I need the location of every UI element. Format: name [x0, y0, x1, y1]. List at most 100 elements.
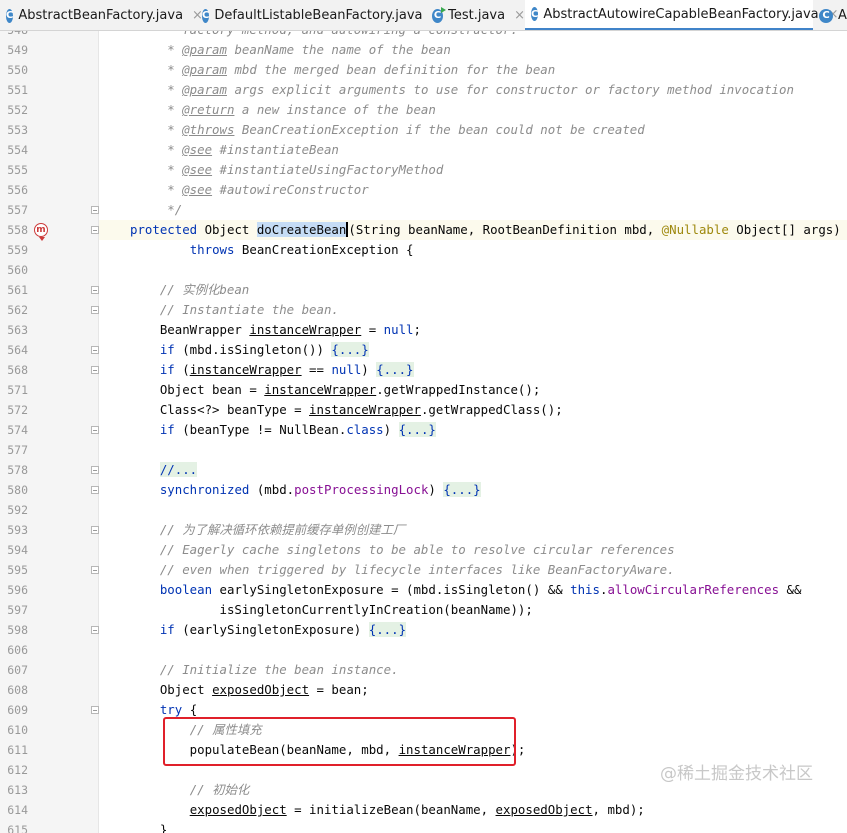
- fold-toggle-icon[interactable]: [91, 286, 99, 294]
- line-number: 552: [7, 103, 28, 117]
- fold-toggle-icon[interactable]: [91, 466, 99, 474]
- line-number: 561: [7, 283, 28, 297]
- line-number: 596: [7, 583, 28, 597]
- class-c-icon: C: [202, 8, 210, 23]
- tab-2[interactable]: C Test.java ×: [426, 0, 525, 30]
- fold-toggle-icon[interactable]: [91, 526, 99, 534]
- line-number: 610: [7, 723, 28, 737]
- runnable-class-icon: C: [432, 6, 447, 23]
- line-number: 580: [7, 483, 28, 497]
- code-line: // Instantiate the bean.: [159, 302, 339, 317]
- code-line: // 初始化: [189, 782, 250, 797]
- close-tab-icon[interactable]: ×: [514, 8, 525, 23]
- line-number: 556: [7, 183, 28, 197]
- code-line: isSingletonCurrentlyInCreation(beanName)…: [130, 602, 533, 617]
- code-line: */: [130, 202, 183, 217]
- line-number: 614: [7, 803, 28, 817]
- code-line: BeanWrapper instanceWrapper = null;: [130, 322, 421, 337]
- line-number: 571: [7, 383, 28, 397]
- line-number: 609: [7, 703, 28, 717]
- code-editor[interactable]: 548 549 550 551 552 553 554 555 556 557 558 559 560 5…: [0, 31, 847, 833]
- line-number: 550: [7, 63, 28, 77]
- line-number: 612: [7, 763, 28, 777]
- fold-toggle-icon[interactable]: [91, 206, 99, 214]
- fold-toggle-icon[interactable]: [91, 306, 99, 314]
- line-number: 549: [7, 43, 28, 57]
- code-line: throws BeanCreationException {: [189, 242, 414, 257]
- code-line: // Initialize the bean instance.: [159, 662, 399, 677]
- code-line: synchronized (mbd.postProcessingLock) {.…: [159, 482, 481, 497]
- fold-toggle-icon[interactable]: [91, 486, 99, 494]
- tab-label: A: [838, 8, 847, 23]
- code-line: * @see #instantiateUsingFactoryMethod: [130, 162, 444, 177]
- fold-toggle-icon[interactable]: [91, 566, 99, 574]
- code-line: if (instanceWrapper == null) {...}: [159, 362, 414, 377]
- code-line: // 实例化bean: [159, 282, 250, 297]
- code-line: // even when triggered by lifecycle inte…: [159, 562, 675, 577]
- code-line: // 为了解决循环依赖提前缓存单例创建工厂: [159, 522, 406, 537]
- line-number: 572: [7, 403, 28, 417]
- code-line: * @param beanName the name of the bean: [130, 42, 451, 57]
- tab-0[interactable]: C AbstractBeanFactory.java ×: [0, 0, 203, 30]
- fold-toggle-icon[interactable]: [91, 226, 99, 234]
- line-number: 553: [7, 123, 28, 137]
- fold-toggle-icon[interactable]: [91, 366, 99, 374]
- annotation-highlight-box: [163, 717, 516, 766]
- code-line: Object exposedObject = bean;: [130, 682, 369, 697]
- line-number: 568: [7, 363, 28, 377]
- code-line: * factory method, and autowiring a const…: [130, 31, 518, 40]
- tab-label: DefaultListableBeanFactory.java: [214, 8, 423, 23]
- code-line: * @param mbd the merged bean definition …: [130, 62, 556, 77]
- line-number: 558: [7, 223, 28, 237]
- code-line: * @see #instantiateBean: [130, 142, 339, 157]
- code-line: exposedObject = initializeBean(beanName,…: [189, 802, 645, 817]
- code-line: if (mbd.isSingleton()) {...}: [159, 342, 369, 357]
- line-number: 597: [7, 603, 28, 617]
- code-line: //...: [159, 462, 198, 477]
- tab-3[interactable]: C AbstractAutowireCapableBeanFactory.java…: [525, 0, 839, 30]
- line-number: 611: [7, 743, 28, 757]
- code-line: * @see #autowireConstructor: [130, 182, 369, 197]
- code-line: if (beanType != NullBean.class) {...}: [159, 422, 436, 437]
- tab-4[interactable]: CA: [813, 0, 847, 30]
- line-number: 615: [7, 823, 28, 833]
- line-number: 574: [7, 423, 28, 437]
- line-number: 577: [7, 443, 28, 457]
- line-number-gutter[interactable]: 548 549 550 551 552 553 554 555 556 557 558 559 560 5…: [0, 31, 99, 833]
- code-line: if (earlySingletonExposure) {...}: [159, 622, 407, 637]
- line-number: 594: [7, 543, 28, 557]
- code-line: }: [130, 822, 168, 833]
- code-line: Class<?> beanType = instanceWrapper.getW…: [130, 402, 563, 417]
- fold-toggle-icon[interactable]: [91, 426, 99, 434]
- line-number: 555: [7, 163, 28, 177]
- line-number: 562: [7, 303, 28, 317]
- line-number: 598: [7, 623, 28, 637]
- line-number: 551: [7, 83, 28, 97]
- override-method-icon[interactable]: m: [34, 223, 48, 241]
- code-line: // Eagerly cache singletons to be able t…: [159, 542, 675, 557]
- line-number: 548: [0, 31, 28, 40]
- fold-toggle-icon[interactable]: [91, 706, 99, 714]
- line-number: 560: [7, 263, 28, 277]
- line-number: 607: [7, 663, 28, 677]
- fold-toggle-icon[interactable]: [91, 626, 99, 634]
- fold-toggle-icon[interactable]: [91, 346, 99, 354]
- line-number: 606: [7, 643, 28, 657]
- tab-1[interactable]: CDefaultListableBeanFactory.java×: [196, 0, 442, 30]
- code-line: boolean earlySingletonExposure = (mbd.is…: [159, 582, 802, 597]
- line-number: 564: [7, 343, 28, 357]
- line-number: 593: [7, 523, 28, 537]
- class-c-icon: C: [531, 7, 539, 21]
- line-number: 557: [7, 203, 28, 217]
- class-c-icon: C: [6, 8, 14, 23]
- class-c-icon: C: [819, 8, 833, 23]
- line-number: 608: [7, 683, 28, 697]
- tab-label: AbstractBeanFactory.java: [18, 8, 184, 23]
- tab-label: AbstractAutowireCapableBeanFactory.java: [543, 6, 819, 22]
- line-number: 613: [7, 783, 28, 797]
- line-number: 595: [7, 563, 28, 577]
- code-line: Object bean = instanceWrapper.getWrapped…: [130, 382, 541, 397]
- watermark: @稀土掘金技术社区: [660, 764, 813, 784]
- editor-tab-bar: C AbstractBeanFactory.java × C DefaultListab…: [0, 0, 847, 31]
- line-number: 554: [7, 143, 28, 157]
